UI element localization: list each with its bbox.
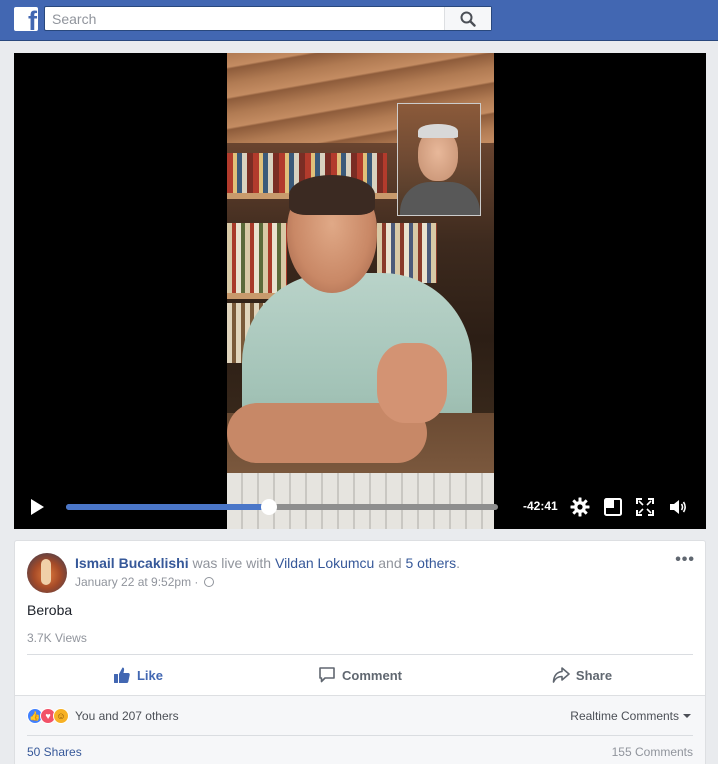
share-arrow-icon — [552, 667, 570, 683]
globe-icon — [203, 577, 214, 587]
headline-period: . — [456, 555, 460, 571]
video-progress-bar[interactable] — [66, 499, 498, 515]
views-count: 3.7K Views — [27, 631, 87, 645]
haha-reaction-icon: ☺ — [53, 708, 69, 724]
share-label: Share — [575, 667, 613, 683]
others-link[interactable]: 5 others — [406, 555, 457, 571]
video-frame — [227, 53, 494, 529]
live-text: was live with — [192, 555, 272, 571]
magnifier-icon — [460, 11, 476, 27]
video-person-hair — [289, 175, 375, 215]
volume-icon[interactable] — [668, 497, 688, 517]
comment-label: Comment — [342, 667, 402, 683]
tagged-user-link[interactable]: Vildan Lokumcu — [275, 555, 374, 571]
comment-button[interactable]: Comment — [249, 655, 471, 695]
timestamp-link[interactable]: January 22 at 9:52pm — [75, 575, 191, 589]
search-box — [44, 6, 492, 31]
comment-bubble-icon — [319, 667, 335, 683]
thumbs-up-icon — [113, 667, 130, 683]
top-bar: f — [0, 0, 718, 41]
post-meta: January 22 at 9:52pm · — [75, 575, 214, 589]
play-icon[interactable] — [28, 498, 46, 516]
share-button[interactable]: Share — [471, 655, 693, 695]
like-button[interactable]: Like — [27, 655, 249, 695]
reactions-text[interactable]: You and 207 others — [75, 709, 179, 723]
like-label: Like — [136, 667, 163, 683]
shares-count[interactable]: 50 Shares — [27, 745, 82, 759]
and-text: and — [378, 555, 402, 571]
fullscreen-icon[interactable] — [635, 497, 655, 517]
video-progress-knob[interactable] — [261, 499, 278, 515]
video-player[interactable]: -42:41 — [14, 53, 706, 529]
search-button[interactable] — [444, 7, 491, 30]
more-options-button[interactable]: ••• — [675, 551, 695, 569]
facebook-logo-letter: f — [28, 7, 37, 32]
post-headline: Ismail Bucaklishi was live with Vildan L… — [75, 555, 460, 571]
video-person-hand — [377, 343, 447, 423]
post-actions: Like Comment Share — [27, 655, 693, 695]
chevron-down-icon — [683, 714, 691, 718]
post-card: Ismail Bucaklishi was live with Vildan L… — [14, 540, 706, 764]
time-remaining: -42:41 — [523, 499, 558, 513]
post-text: Beroba — [27, 602, 73, 618]
divider — [27, 735, 693, 736]
realtime-comments-dropdown[interactable]: Realtime Comments — [570, 709, 691, 723]
pip-person-body — [400, 182, 480, 215]
realtime-comments-label: Realtime Comments — [570, 709, 679, 723]
author-link[interactable]: Ismail Bucaklishi — [75, 555, 189, 571]
avatar[interactable] — [27, 553, 67, 593]
video-progress-fill — [66, 504, 270, 510]
picture-in-picture-icon[interactable] — [603, 497, 623, 517]
meta-separator: · — [194, 575, 199, 589]
reactions-summary[interactable]: 👍 ♥ ☺ You and 207 others — [27, 708, 179, 724]
facebook-logo[interactable]: f — [14, 7, 38, 31]
video-scene-books — [227, 223, 287, 293]
gear-icon[interactable] — [570, 497, 590, 517]
comments-count[interactable]: 155 Comments — [612, 745, 693, 759]
video-controls: -42:41 — [14, 485, 706, 529]
search-input[interactable] — [45, 7, 445, 30]
post-footer: 👍 ♥ ☺ You and 207 others Realtime Commen… — [15, 696, 705, 764]
video-picture-in-picture-guest — [397, 103, 481, 216]
pip-person-hair — [418, 124, 458, 138]
